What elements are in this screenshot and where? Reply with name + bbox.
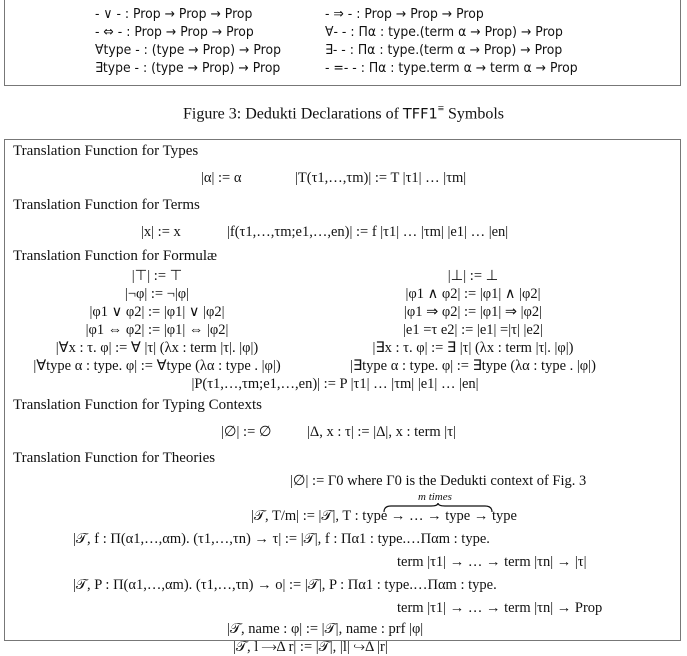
formula-implies: |φ1 ⇒ φ2| := |φ1| ⇒ |φ2| bbox=[403, 304, 543, 320]
terms-fun: |f(τ1,…,τm;e1,…,en)| := f |τ1| … |τm| |e… bbox=[227, 224, 509, 240]
formula-or: |φ1 ∨ φ2| := |φ1| ∨ |φ2| bbox=[89, 304, 225, 320]
theory-axiom: |𝒯, name : φ| := |𝒯|, name : prf |φ| bbox=[227, 621, 424, 637]
theory-empty: |∅| := Γ0 where Γ0 is the Dedukti contex… bbox=[290, 473, 587, 489]
theory-pred-decl: |𝒯, P : Π(α1,…,αm). (τ1,…,τn) → o| := |𝒯… bbox=[73, 577, 497, 593]
types-var: |α| := α bbox=[201, 170, 242, 186]
caption-suffix: Symbols bbox=[444, 105, 505, 123]
formula-exists-type: |∃type α : type. φ| := ∃type (λα : type … bbox=[350, 358, 596, 374]
formula-equiv: |φ1 ⇔ φ2| := |φ1| ⇔ |φ2| bbox=[85, 322, 229, 338]
context-empty: |∅| := ∅ bbox=[221, 424, 272, 440]
brace-label: m times bbox=[418, 491, 452, 503]
decl-or: - ∨ - : Prop → Prop → Prop bbox=[95, 6, 253, 22]
theory-type-decl: |𝒯, T/m| := |𝒯|, T : type → … → type → t… bbox=[251, 508, 517, 524]
decl-equiv: - ⇔ - : Prop → Prop → Prop bbox=[95, 24, 254, 40]
terms-var: |x| := x bbox=[141, 224, 181, 240]
contexts-header: Translation Function for Typing Contexts bbox=[13, 397, 262, 413]
context-extend: |Δ, x : τ| := |Δ|, x : term |τ| bbox=[307, 424, 456, 440]
theory-rewrite: |𝒯, l ⟶Δ r| := |𝒯|, |l| ↪Δ |r| bbox=[233, 639, 388, 655]
formula-forall: |∀x : τ. φ| := ∀ |τ| (λx : term |τ|. |φ|… bbox=[55, 340, 259, 356]
theory-fun-decl-cont: term |τ1| → … → term |τn| → |τ| bbox=[397, 554, 587, 570]
types-constructor: |T(τ1,…,τm)| := T |τ1| … |τm| bbox=[295, 170, 467, 186]
formula-top: |⊤| := ⊤ bbox=[131, 268, 183, 284]
decl-exists-type: ∃type - : (type → Prop) → Prop bbox=[95, 60, 281, 76]
caption-prefix: Figure 3: Dedukti Declarations of bbox=[182, 105, 403, 123]
formula-bot: |⊥| := ⊥ bbox=[447, 268, 499, 284]
formula-predicate: |P(τ1,…,τm;e1,…,en)| := P |τ1| … |τm| |e… bbox=[191, 376, 479, 392]
formula-not: |¬φ| := ¬|φ| bbox=[124, 286, 190, 302]
formula-eq: |e1 =τ e2| := |e1| =|τ| |e2| bbox=[403, 322, 543, 338]
terms-header: Translation Function for Terms bbox=[13, 197, 200, 213]
formulae-header: Translation Function for Formulæ bbox=[13, 248, 218, 264]
theory-pred-decl-cont: term |τ1| → … → term |τn| → Prop bbox=[397, 600, 603, 616]
decl-implies: - ⇒ - : Prop → Prop → Prop bbox=[325, 6, 484, 22]
types-header: Translation Function for Types bbox=[13, 143, 199, 159]
decl-forall: ∀- - : Πα : type.(term α → Prop) → Prop bbox=[325, 24, 563, 40]
formula-forall-type: |∀type α : type. φ| := ∀type (λα : type … bbox=[33, 358, 281, 374]
decl-forall-type: ∀type - : (type → Prop) → Prop bbox=[95, 42, 281, 58]
caption-name: TFF1 bbox=[402, 106, 438, 123]
translation-box: Translation Function for Types |α| := α … bbox=[4, 139, 681, 655]
formula-and: |φ1 ∧ φ2| := |φ1| ∧ |φ2| bbox=[405, 286, 541, 302]
decl-equality: - =- - : Πα : type.term α → term α → Pro… bbox=[325, 60, 578, 76]
figure3-caption: Figure 3: Dedukti Declarations of TFF1≡ … bbox=[0, 103, 687, 123]
formula-exists: |∃x : τ. φ| := ∃ |τ| (λx : term |τ|. |φ|… bbox=[372, 340, 574, 356]
theory-fun-decl: |𝒯, f : Π(α1,…,αm). (τ1,…,τn) → τ| := |𝒯… bbox=[73, 531, 490, 547]
theories-header: Translation Function for Theories bbox=[13, 450, 216, 466]
decl-exists: ∃- - : Πα : type.(term α → Prop) → Prop bbox=[325, 42, 563, 58]
